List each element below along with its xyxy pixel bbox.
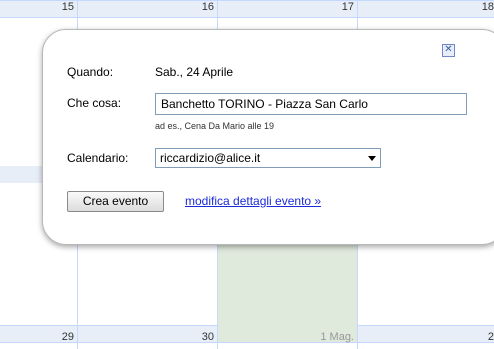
when-value: Sab., 24 Aprile [155, 65, 234, 79]
day-number[interactable]: 16 [180, 1, 214, 13]
close-icon[interactable]: ✕ [442, 44, 455, 57]
day-number[interactable]: 18 [460, 1, 494, 13]
what-label: Che cosa: [67, 96, 122, 110]
day-number[interactable]: 1 Mag. [300, 331, 354, 343]
day-number[interactable]: 30 [180, 331, 214, 343]
day-number[interactable]: 2 [460, 331, 494, 343]
edit-event-details-link[interactable]: modifica dettagli evento » [185, 194, 321, 208]
when-label: Quando: [67, 65, 114, 79]
calendar-select-value: riccardizio@alice.it [160, 151, 261, 165]
day-number[interactable]: 17 [320, 1, 354, 13]
create-event-button[interactable]: Crea evento [67, 191, 164, 212]
event-title-input[interactable] [155, 93, 467, 115]
quick-add-event-popup [42, 29, 494, 245]
highlighted-day-cell[interactable] [217, 243, 357, 325]
event-title-hint: ad es., Cena Da Mario alle 19 [155, 121, 275, 131]
day-number[interactable]: 15 [40, 1, 74, 13]
week-header-top [0, 0, 494, 18]
dropdown-arrow-icon [368, 156, 376, 161]
day-number[interactable]: 29 [40, 331, 74, 343]
calendar-label: Calendario: [67, 151, 129, 165]
calendar-select[interactable]: riccardizio@alice.it [155, 148, 381, 168]
